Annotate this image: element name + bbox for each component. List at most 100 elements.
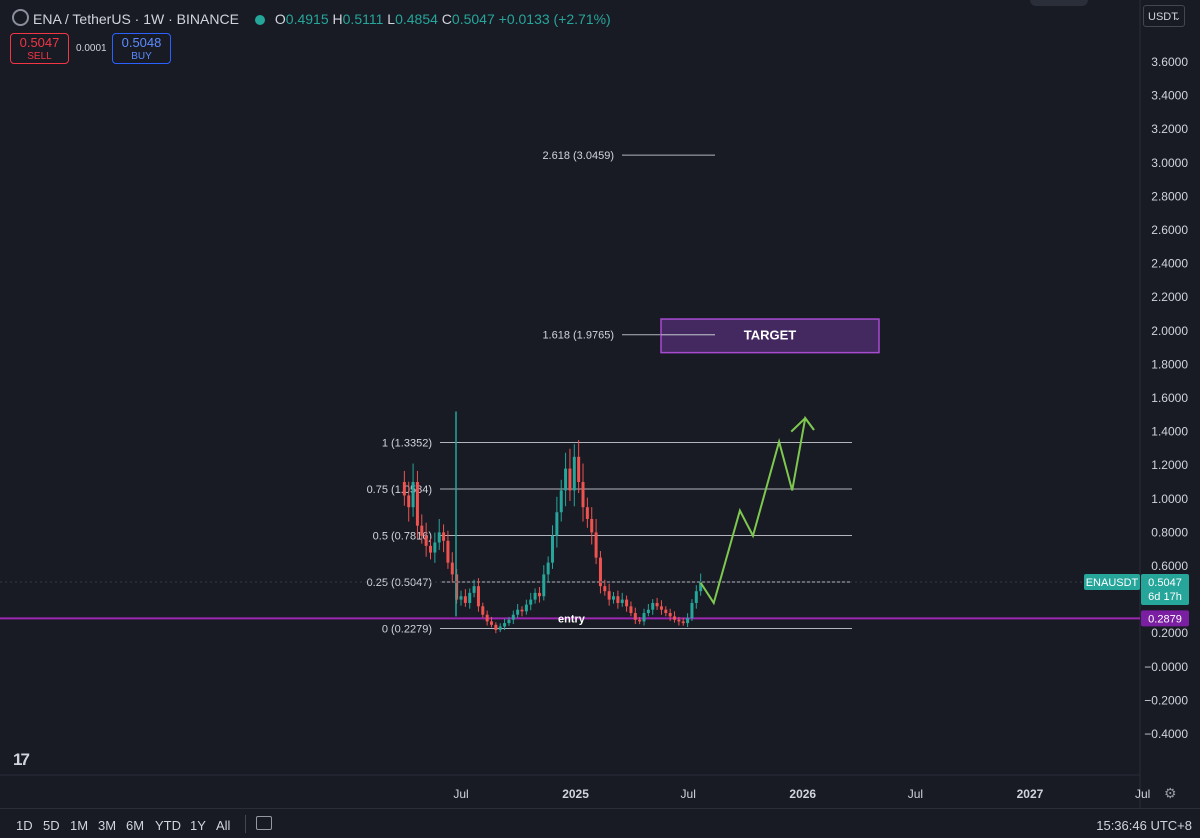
candle-body <box>524 604 528 612</box>
open-label: O <box>274 11 286 27</box>
candle-body <box>559 490 563 513</box>
bar-countdown: 6d 17h <box>1148 591 1182 603</box>
clock[interactable]: 15:36:46 UTC+8 <box>1096 818 1192 833</box>
buy-price: 0.5048 <box>121 35 162 50</box>
candle-body <box>638 619 642 622</box>
candle-body <box>476 586 480 607</box>
symbol-tag-label: ENAUSDT <box>1086 577 1139 589</box>
price-tick-label: 3.2000 <box>1151 122 1188 136</box>
price-tick-label: −0.0000 <box>1144 660 1188 674</box>
spread-value: 0.0001 <box>76 43 107 54</box>
candle-body <box>516 609 520 615</box>
fib-level-label: 2.618 (3.0459) <box>542 150 614 162</box>
entry-label: entry <box>558 613 586 625</box>
symbol-title[interactable]: ENA / TetherUS · 1W · BINANCE <box>33 11 239 27</box>
candle-body <box>433 542 437 553</box>
market-status-icon <box>254 15 265 25</box>
chevron-down-icon: ⌄ <box>1173 12 1181 22</box>
price-tick-label: 1.8000 <box>1151 357 1188 371</box>
price-tick-label: 2.2000 <box>1151 290 1188 304</box>
candle-body <box>646 609 650 614</box>
goto-date-icon[interactable] <box>256 816 272 830</box>
candle-body <box>511 614 515 620</box>
price-tick-label: 3.4000 <box>1151 89 1188 103</box>
candle-body <box>585 507 589 519</box>
candle-body <box>463 596 467 603</box>
range-5d[interactable]: 5D <box>43 818 60 833</box>
candle-body <box>472 586 476 593</box>
price-tick-label: 0.6000 <box>1151 559 1188 573</box>
candle-body <box>668 613 672 617</box>
time-tick-label: Jul <box>908 787 923 801</box>
low-value: 0.4854 <box>395 11 438 27</box>
candle-body <box>498 626 502 630</box>
candle-body <box>459 596 463 600</box>
candle-body <box>424 535 428 546</box>
price-tick-label: 1.2000 <box>1151 458 1188 472</box>
candle-body <box>402 482 406 496</box>
price-tick-label: 0.8000 <box>1151 525 1188 539</box>
price-tick-label: −0.4000 <box>1144 727 1188 741</box>
range-3m[interactable]: 3M <box>98 818 116 833</box>
price-tick-label: 1.6000 <box>1151 391 1188 405</box>
time-tick-label: Jul <box>681 787 696 801</box>
range-6m[interactable]: 6M <box>126 818 144 833</box>
currency-dropdown[interactable]: USDT ⌄ <box>1143 5 1185 27</box>
price-tick-label: 3.0000 <box>1151 156 1188 170</box>
candle-body <box>481 606 485 615</box>
candle-body <box>677 619 681 622</box>
buy-button[interactable]: 0.5048 BUY <box>112 33 171 64</box>
price-tick-label: 2.4000 <box>1151 257 1188 271</box>
price-tick-label: 1.0000 <box>1151 492 1188 506</box>
fib-level-label: 1.618 (1.9765) <box>542 330 614 342</box>
range-1y[interactable]: 1Y <box>190 818 206 833</box>
toolbar-divider <box>245 815 246 833</box>
target-label: TARGET <box>744 328 797 343</box>
candle-body <box>686 618 690 624</box>
sell-price: 0.5047 <box>19 35 60 50</box>
fib-level-label: 0.25 (0.5047) <box>367 577 432 589</box>
symbol-logo-icon <box>12 9 29 26</box>
candle-body <box>551 535 555 563</box>
time-tick-label: Jul <box>1135 787 1150 801</box>
candle-body <box>625 599 629 607</box>
candle-body <box>577 456 581 482</box>
candle-body <box>490 621 494 625</box>
candle-body <box>437 532 441 543</box>
candle-body <box>633 613 637 620</box>
change-value: +0.0133 (+2.71%) <box>498 11 611 27</box>
fib-level-label: 0.75 (1.0584) <box>367 484 432 496</box>
price-tick-label: −0.2000 <box>1144 693 1188 707</box>
candle-body <box>415 482 419 526</box>
candle-body <box>429 545 433 553</box>
candle-body <box>529 599 533 605</box>
candle-body <box>546 562 550 575</box>
candle-body <box>629 606 633 614</box>
candle-body <box>555 512 559 536</box>
candle-body <box>620 599 624 603</box>
price-tick-label: 3.6000 <box>1151 55 1188 69</box>
candle-body <box>411 482 415 508</box>
sell-button[interactable]: 0.5047 SELL <box>10 33 69 64</box>
entry-price-tag-label: 0.2879 <box>1148 613 1182 625</box>
candle-body <box>655 602 659 607</box>
price-chart[interactable]: 3.6000 3.4000 3.2000 3.0000 2.8000 2.6000 2.40… <box>0 0 1200 837</box>
candle-body <box>603 586 607 592</box>
candle-body <box>659 606 663 610</box>
candle-body <box>612 596 616 600</box>
range-all[interactable]: All <box>216 818 230 833</box>
candle-body <box>468 592 472 603</box>
candle-body <box>507 619 511 624</box>
range-ytd[interactable]: YTD <box>155 818 181 833</box>
candle-body <box>568 468 572 491</box>
range-1m[interactable]: 1M <box>70 818 88 833</box>
tradingview-logo[interactable]: 17 <box>13 750 30 770</box>
candle-body <box>420 525 424 536</box>
range-1d[interactable]: 1D <box>16 818 33 833</box>
gear-icon[interactable]: ⚙ <box>1164 785 1177 802</box>
candle-body <box>442 532 446 541</box>
price-tick-label: 1.4000 <box>1151 425 1188 439</box>
candle-body <box>542 574 546 597</box>
candle-body <box>607 591 611 600</box>
candle-body <box>673 616 677 620</box>
